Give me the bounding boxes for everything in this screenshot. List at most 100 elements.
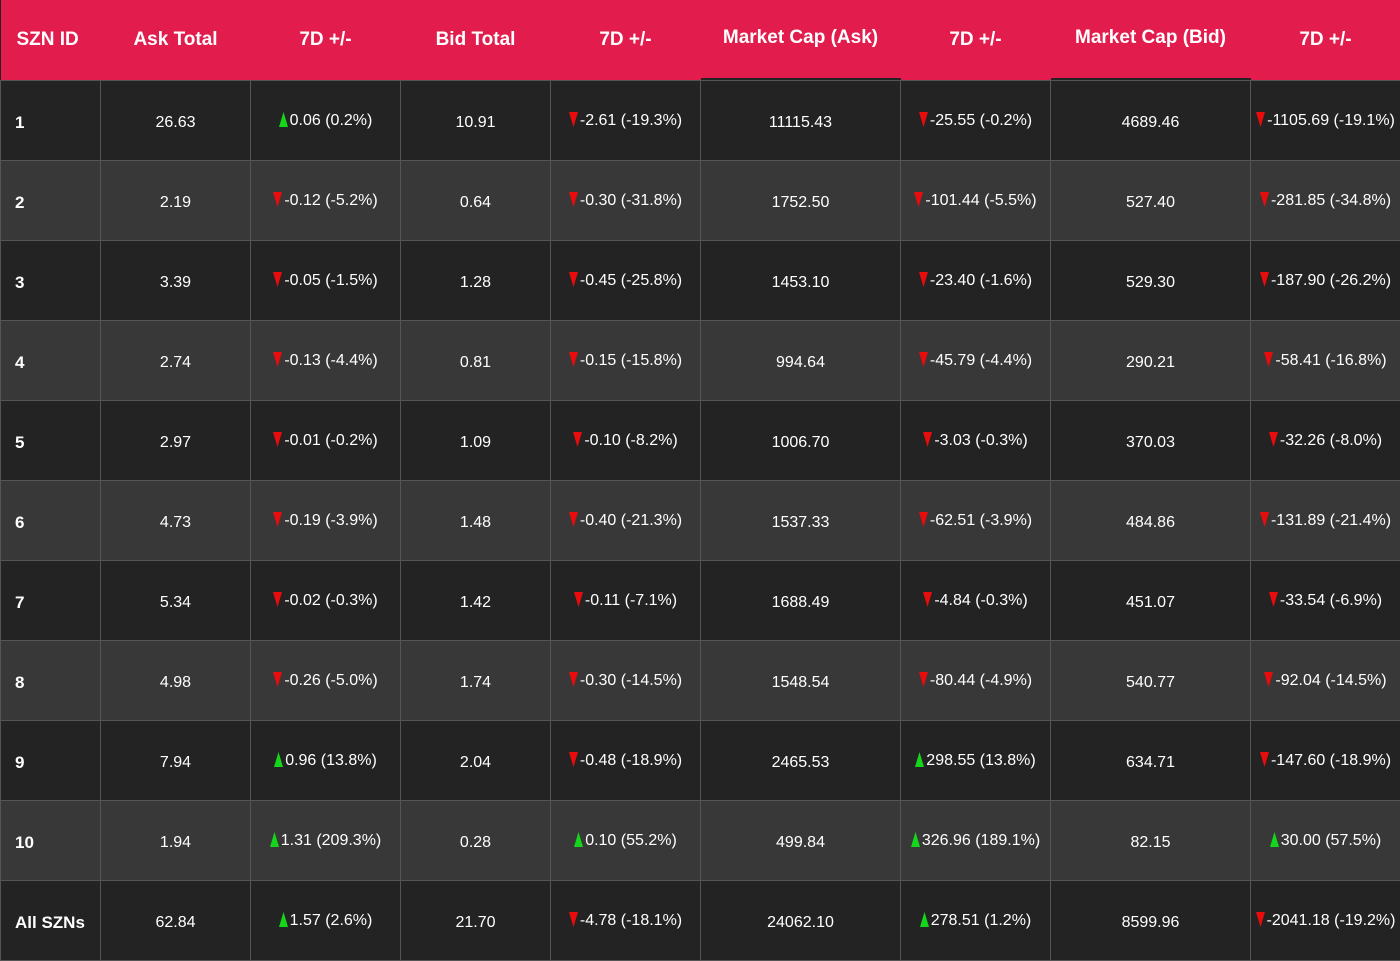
- ask-change-cell: -0.26 (-5.0%): [251, 640, 401, 720]
- bid-total-cell-value: 10.91: [455, 114, 495, 131]
- ask-change-cell-value: -0.26 (-5.0%): [284, 672, 377, 689]
- szn-id-label: All SZNs: [15, 913, 85, 932]
- market-cap-bid-cell-value: 4689.46: [1122, 114, 1180, 131]
- szn-id-cell: 2: [1, 160, 101, 240]
- table-row[interactable]: 97.940.96 (13.8%)2.04-0.48 (-18.9%)2465.…: [1, 720, 1400, 800]
- column-header-bid-total[interactable]: Bid Total: [401, 0, 551, 80]
- arrow-up-icon: [279, 912, 288, 927]
- szn-id-label: 7: [15, 593, 24, 612]
- market-cap-bid-change-cell-wrap: -147.60 (-18.9%): [1260, 752, 1391, 769]
- column-header-market-cap-bid[interactable]: Market Cap (Bid): [1051, 0, 1251, 78]
- market-cap-bid-cell: 370.03: [1051, 400, 1251, 480]
- bid-total-cell-value: 1.48: [460, 514, 491, 531]
- market-cap-ask-cell: 1752.50: [701, 160, 901, 240]
- ask-total-cell-value: 7.94: [160, 754, 191, 771]
- market-cap-ask-change-cell: -3.03 (-0.3%): [901, 400, 1051, 480]
- market-cap-ask-cell: 11115.43: [701, 80, 901, 160]
- bid-change-cell-value: -0.10 (-8.2%): [584, 432, 677, 449]
- table-row[interactable]: 84.98-0.26 (-5.0%)1.74-0.30 (-14.5%)1548…: [1, 640, 1400, 720]
- arrow-down-icon: [919, 112, 928, 127]
- bid-change-cell-wrap: -0.40 (-21.3%): [569, 512, 682, 529]
- market-cap-ask-change-cell-wrap: -4.84 (-0.3%): [923, 592, 1027, 609]
- szn-id-cell: All SZNs: [1, 880, 101, 960]
- column-header-ask-7d-change[interactable]: 7D +/-: [251, 0, 401, 80]
- ask-total-cell-value: 4.73: [160, 514, 191, 531]
- arrow-down-icon: [569, 672, 578, 687]
- market-cap-ask-cell-value: 1548.54: [772, 674, 830, 691]
- table-row[interactable]: 52.97-0.01 (-0.2%)1.09-0.10 (-8.2%)1006.…: [1, 400, 1400, 480]
- ask-change-cell-value: -0.01 (-0.2%): [284, 432, 377, 449]
- szn-id-label: 6: [15, 513, 24, 532]
- table-row[interactable]: 126.630.06 (0.2%)10.91-2.61 (-19.3%)1111…: [1, 80, 1400, 160]
- market-cap-bid-cell: 484.86: [1051, 480, 1251, 560]
- column-header-szn-id[interactable]: SZN ID: [1, 0, 101, 80]
- column-header-market-cap-ask[interactable]: Market Cap (Ask): [701, 0, 901, 78]
- market-cap-ask-change-cell-wrap: -80.44 (-4.9%): [919, 672, 1032, 689]
- arrow-down-icon: [919, 272, 928, 287]
- market-cap-bid-cell-value: 484.86: [1126, 514, 1175, 531]
- arrow-down-icon: [919, 672, 928, 687]
- market-cap-bid-change-cell-wrap: -131.89 (-21.4%): [1260, 512, 1391, 529]
- ask-change-cell-wrap: 0.06 (0.2%): [279, 112, 373, 129]
- table-row[interactable]: 75.34-0.02 (-0.3%)1.42-0.11 (-7.1%)1688.…: [1, 560, 1400, 640]
- szn-market-table: SZN ID Ask Total 7D +/- Bid Total 7D +/-…: [0, 0, 1400, 961]
- bid-change-cell-value: 0.10 (55.2%): [585, 832, 677, 849]
- table-row[interactable]: 33.39-0.05 (-1.5%)1.28-0.45 (-25.8%)1453…: [1, 240, 1400, 320]
- market-cap-bid-cell: 290.21: [1051, 320, 1251, 400]
- table-row[interactable]: 64.73-0.19 (-3.9%)1.48-0.40 (-21.3%)1537…: [1, 480, 1400, 560]
- ask-total-cell-value: 3.39: [160, 274, 191, 291]
- market-cap-bid-cell-value: 82.15: [1130, 834, 1170, 851]
- bid-change-cell-wrap: -0.30 (-31.8%): [569, 192, 682, 209]
- bid-total-cell: 21.70: [401, 880, 551, 960]
- bid-total-cell-value: 0.81: [460, 354, 491, 371]
- ask-change-cell-value: 0.96 (13.8%): [285, 752, 377, 769]
- arrow-down-icon: [569, 512, 578, 527]
- ask-total-cell-value: 2.97: [160, 434, 191, 451]
- bid-change-cell-wrap: -0.15 (-15.8%): [569, 352, 682, 369]
- market-cap-ask-cell: 499.84: [701, 800, 901, 880]
- arrow-up-icon: [270, 832, 279, 847]
- bid-total-cell: 1.09: [401, 400, 551, 480]
- market-cap-bid-change-cell-value: 30.00 (57.5%): [1281, 832, 1382, 849]
- market-cap-ask-cell-value: 2465.53: [772, 754, 830, 771]
- table-row[interactable]: All SZNs62.841.57 (2.6%)21.70-4.78 (-18.…: [1, 880, 1400, 960]
- arrow-down-icon: [573, 432, 582, 447]
- market-cap-ask-change-cell: 298.55 (13.8%): [901, 720, 1051, 800]
- arrow-down-icon: [569, 912, 578, 927]
- column-header-mc-bid-7d-change[interactable]: 7D +/-: [1251, 0, 1400, 80]
- bid-total-cell: 10.91: [401, 80, 551, 160]
- market-cap-ask-change-cell-wrap: 326.96 (189.1%): [911, 832, 1040, 849]
- arrow-down-icon: [1260, 512, 1269, 527]
- ask-change-cell: -0.05 (-1.5%): [251, 240, 401, 320]
- market-cap-bid-cell-value: 527.40: [1126, 194, 1175, 211]
- market-cap-bid-change-cell: -2041.18 (-19.2%): [1251, 880, 1400, 960]
- market-cap-bid-cell: 529.30: [1051, 240, 1251, 320]
- bid-change-cell: -0.10 (-8.2%): [551, 400, 701, 480]
- column-header-mc-ask-7d-change[interactable]: 7D +/-: [901, 0, 1051, 80]
- bid-total-cell: 1.42: [401, 560, 551, 640]
- bid-total-cell-value: 1.09: [460, 434, 491, 451]
- market-cap-ask-change-cell: -23.40 (-1.6%): [901, 240, 1051, 320]
- ask-change-cell-wrap: -0.13 (-4.4%): [273, 352, 377, 369]
- market-cap-ask-change-cell-value: 278.51 (1.2%): [931, 912, 1032, 929]
- column-header-ask-total[interactable]: Ask Total: [101, 0, 251, 80]
- table-row[interactable]: 22.19-0.12 (-5.2%)0.64-0.30 (-31.8%)1752…: [1, 160, 1400, 240]
- arrow-down-icon: [273, 272, 282, 287]
- szn-id-label: 4: [15, 353, 24, 372]
- table-row[interactable]: 101.941.31 (209.3%)0.280.10 (55.2%)499.8…: [1, 800, 1400, 880]
- market-cap-ask-change-cell-wrap: 298.55 (13.8%): [915, 752, 1035, 769]
- szn-id-label: 8: [15, 673, 24, 692]
- column-header-bid-7d-change[interactable]: 7D +/-: [551, 0, 701, 80]
- szn-id-label: 9: [15, 753, 24, 772]
- ask-total-cell: 1.94: [101, 800, 251, 880]
- market-cap-bid-change-cell-value: -187.90 (-26.2%): [1271, 272, 1391, 289]
- market-cap-ask-change-cell-value: -23.40 (-1.6%): [930, 272, 1032, 289]
- market-cap-bid-change-cell: -32.26 (-8.0%): [1251, 400, 1400, 480]
- arrow-down-icon: [273, 512, 282, 527]
- market-cap-ask-change-cell: -45.79 (-4.4%): [901, 320, 1051, 400]
- market-cap-bid-change-cell-wrap: -33.54 (-6.9%): [1269, 592, 1382, 609]
- table-row[interactable]: 42.74-0.13 (-4.4%)0.81-0.15 (-15.8%)994.…: [1, 320, 1400, 400]
- market-cap-ask-cell: 1548.54: [701, 640, 901, 720]
- market-cap-bid-cell: 451.07: [1051, 560, 1251, 640]
- market-cap-bid-change-cell-wrap: -2041.18 (-19.2%): [1256, 912, 1396, 929]
